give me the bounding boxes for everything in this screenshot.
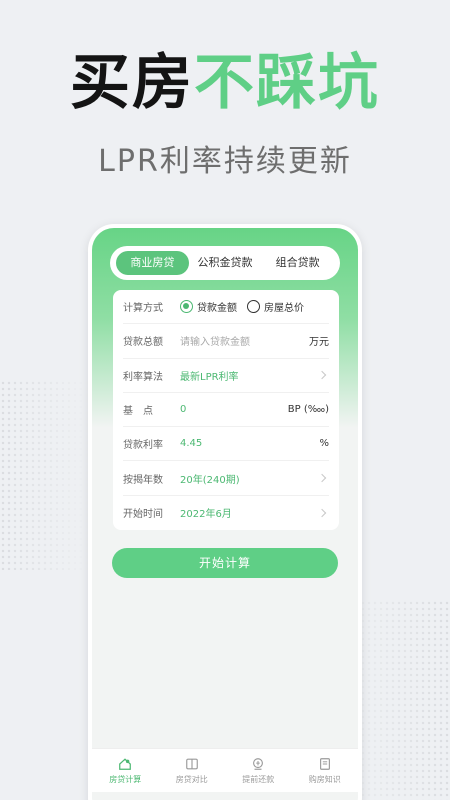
mortgage-years-label: 按揭年数 [123, 474, 163, 486]
rate-algo-label: 利率算法 [123, 371, 163, 383]
nav-item-label: 房贷对比 [175, 774, 208, 784]
headline-part1: 买房 [70, 48, 194, 118]
start-time-value: 2022年6月 [180, 509, 232, 521]
mortgage-years-value: 20年(240期) [180, 474, 240, 486]
chevron-right-icon [317, 508, 327, 518]
basis-point-row: 基 点 0 BP (‱) [123, 393, 329, 428]
nav-item-label: 房贷计算 [109, 774, 142, 784]
nav-item-mortgage-calc[interactable]: 房贷计算 [92, 749, 159, 792]
tab-commercial-loan[interactable]: 商业房贷 [116, 251, 189, 275]
basis-point-input[interactable]: 0 [180, 404, 288, 415]
headline: 买房不踩坑 [0, 48, 450, 118]
start-time-label: 开始时间 [123, 509, 163, 521]
chevron-right-icon [317, 473, 327, 483]
loan-rate-input[interactable]: 4.45 [180, 438, 319, 449]
house-calc-icon [119, 757, 132, 770]
calc-method-row: 计算方式 贷款金额 房屋总价 [123, 290, 329, 325]
chevron-right-icon [317, 370, 327, 380]
loan-total-label: 贷款总额 [123, 337, 163, 349]
bottom-nav: 房贷计算 房贷对比 提前还款 购房知识 [92, 748, 358, 792]
radio-unchecked-icon [247, 300, 260, 314]
tab-combined-loan[interactable]: 组合贷款 [261, 251, 334, 275]
compare-icon [185, 758, 198, 769]
decorative-dot-pattern [0, 380, 90, 570]
radio-loan-amount-label: 贷款金额 [197, 303, 237, 315]
nav-item-mortgage-compare[interactable]: 房贷对比 [159, 749, 226, 792]
prepay-icon [253, 757, 264, 770]
radio-house-total-price[interactable]: 房屋总价 [247, 299, 304, 314]
nav-item-home-buying-knowledge[interactable]: 购房知识 [292, 749, 359, 792]
start-time-row[interactable]: 开始时间 2022年6月 [123, 496, 329, 530]
loan-total-row: 贷款总额 请输入贷款金额 万元 [123, 324, 329, 359]
loan-form-card: 计算方式 贷款金额 房屋总价 贷款总额 请输入贷款金额 万元 利率算法 最新LP… [113, 290, 339, 530]
book-icon [319, 757, 330, 770]
radio-house-total-price-label: 房屋总价 [264, 303, 304, 315]
app-screen: 商业房贷 公积金贷款 组合贷款 计算方式 贷款金额 房屋总价 贷款总额 请输入贷… [92, 228, 358, 800]
calc-method-radio-group: 贷款金额 房屋总价 [180, 299, 329, 314]
basis-point-label: 基 点 [123, 406, 153, 418]
nav-item-label: 购房知识 [308, 774, 341, 784]
radio-checked-icon [180, 300, 193, 314]
loan-rate-label: 贷款利率 [123, 440, 163, 452]
headline-part2: 不踩坑 [194, 48, 380, 118]
start-calculation-button[interactable]: 开始计算 [112, 548, 338, 578]
loan-rate-row: 贷款利率 4.45 % [123, 427, 329, 462]
calc-method-label: 计算方式 [123, 303, 163, 315]
phone-frame: 商业房贷 公积金贷款 组合贷款 计算方式 贷款金额 房屋总价 贷款总额 请输入贷… [88, 224, 362, 800]
tab-provident-fund-loan[interactable]: 公积金贷款 [189, 251, 262, 275]
nav-item-label: 提前还款 [242, 774, 275, 784]
radio-loan-amount[interactable]: 贷款金额 [180, 299, 237, 314]
loan-total-unit: 万元 [309, 337, 329, 349]
mortgage-years-row[interactable]: 按揭年数 20年(240期) [123, 461, 329, 496]
basis-point-unit: BP (‱) [287, 404, 329, 416]
loan-total-input[interactable]: 请输入贷款金额 [180, 333, 309, 348]
rate-algo-row[interactable]: 利率算法 最新LPR利率 [123, 359, 329, 393]
rate-algo-value: 最新LPR利率 [180, 371, 239, 383]
nav-item-prepayment[interactable]: 提前还款 [225, 749, 292, 792]
subheadline: LPR利率持续更新 [98, 144, 352, 179]
loan-type-tabs: 商业房贷 公积金贷款 组合贷款 [110, 246, 340, 280]
loan-rate-unit: % [319, 438, 329, 450]
